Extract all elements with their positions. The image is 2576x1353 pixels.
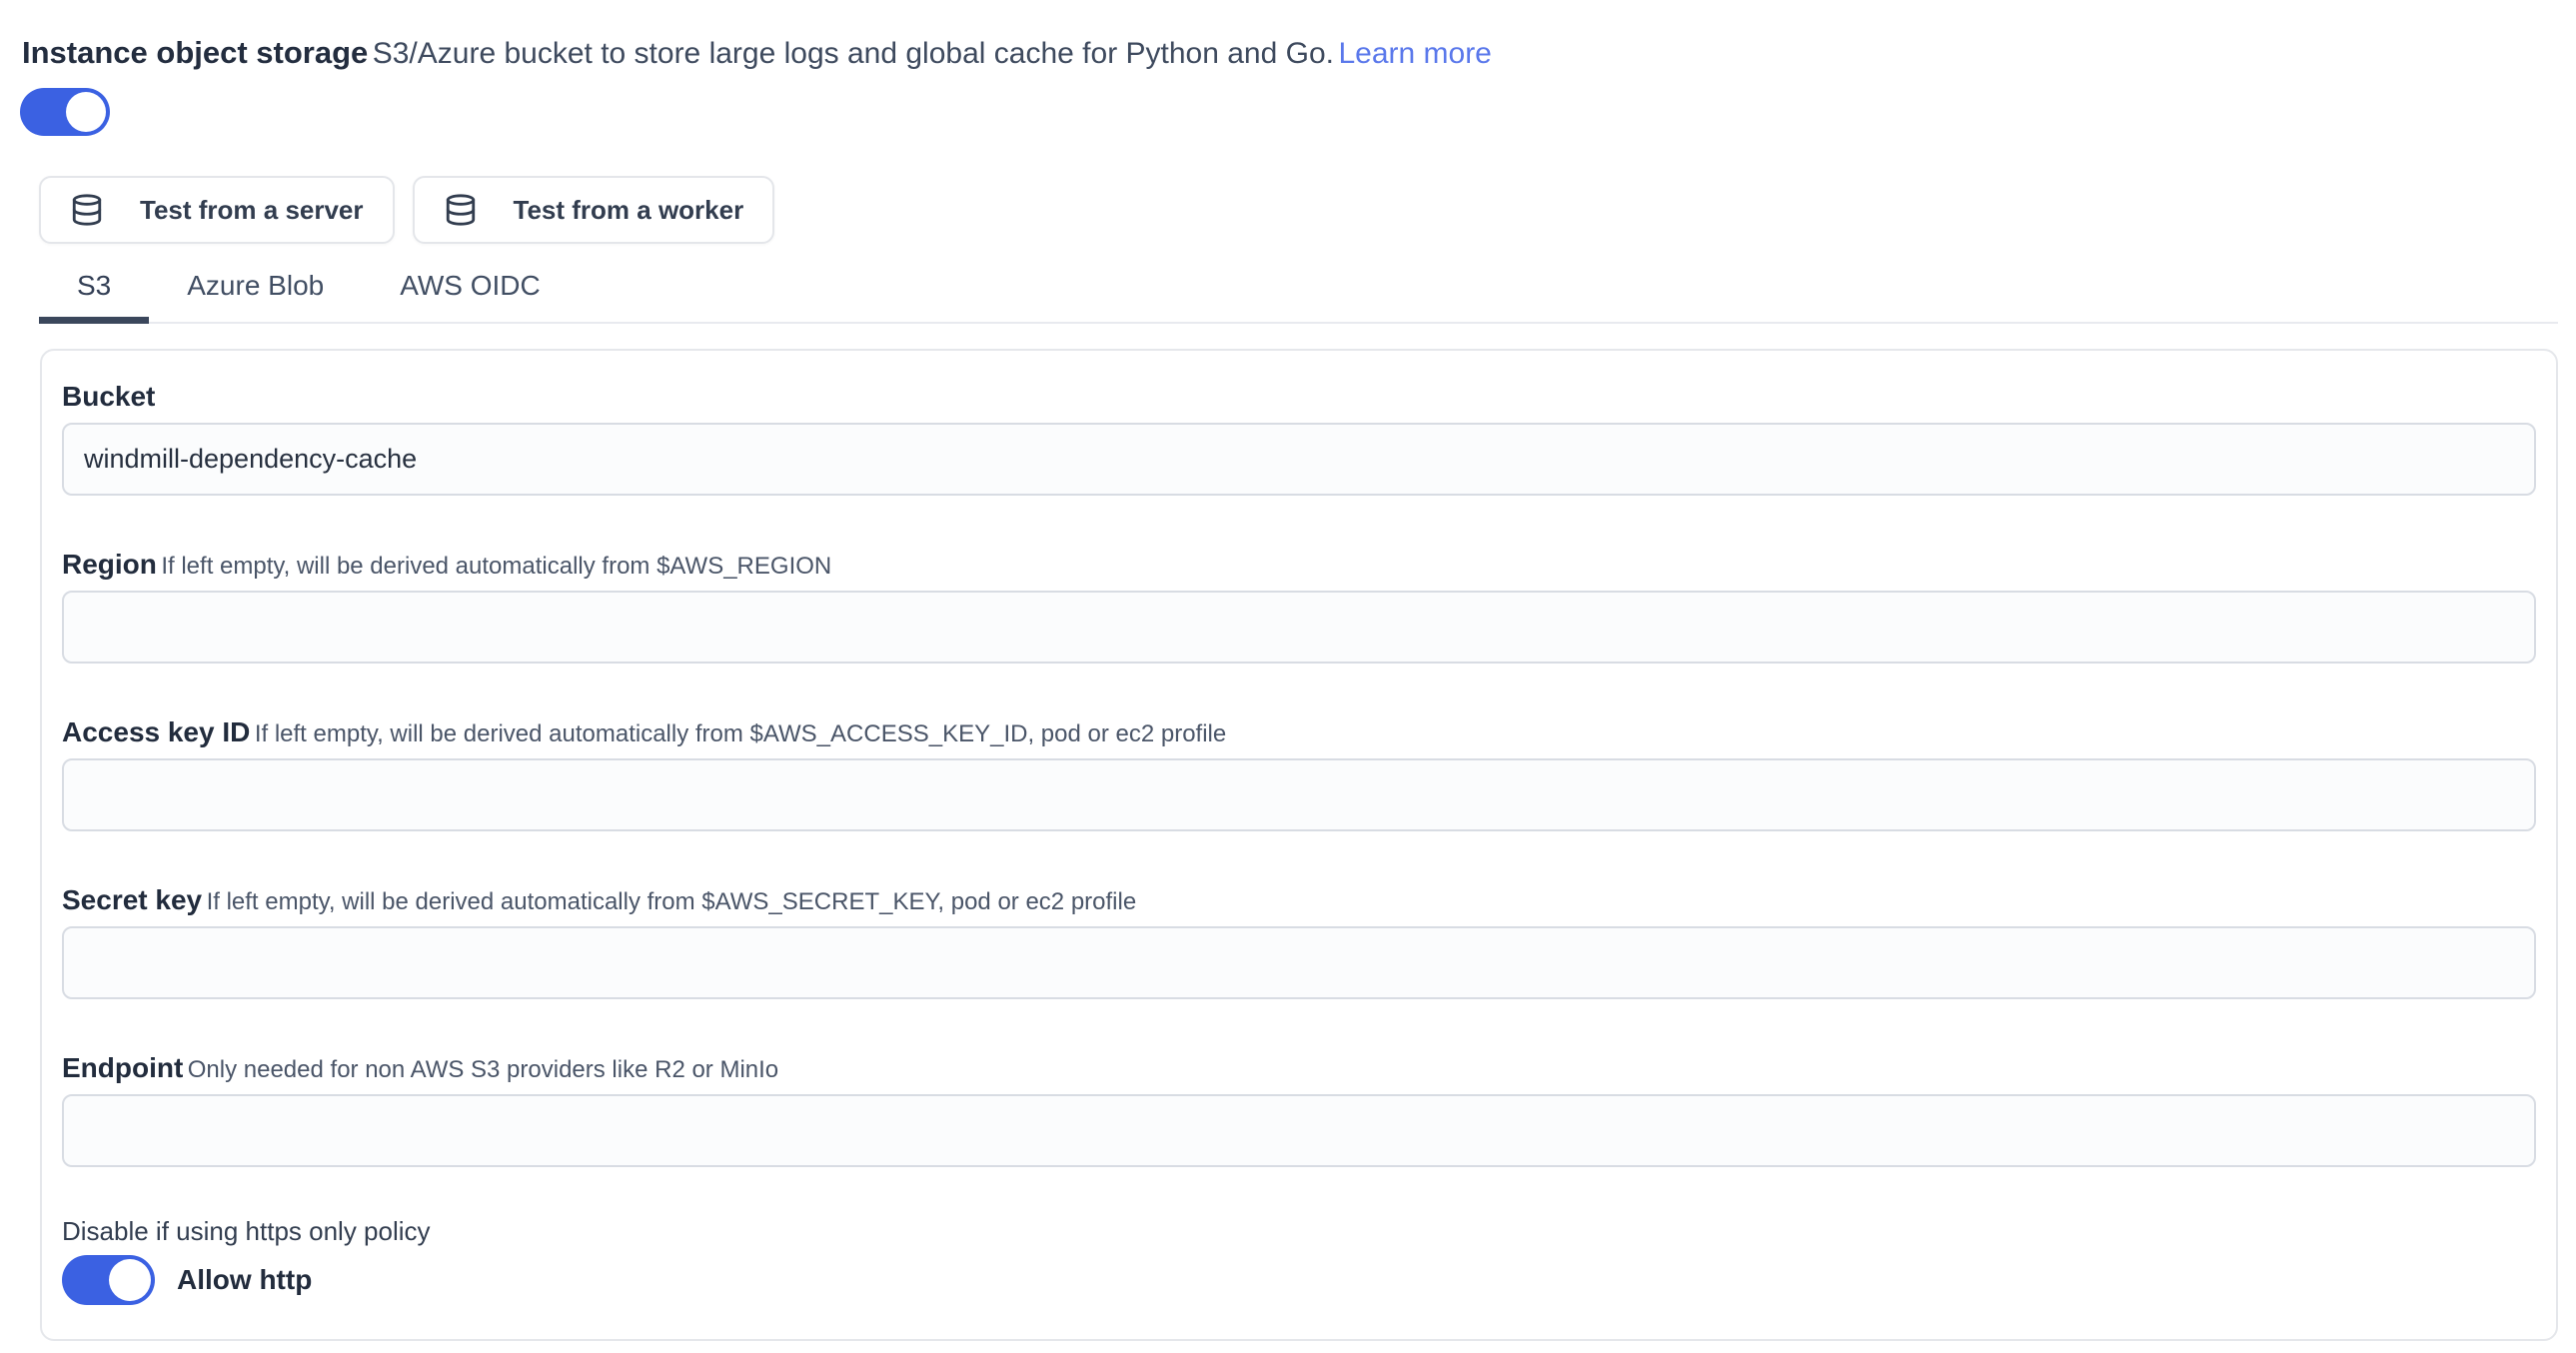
toggle-knob [109, 1259, 151, 1301]
field-region: Region If left empty, will be derived au… [62, 548, 2536, 664]
access-key-id-label: Access key ID [62, 716, 250, 747]
endpoint-hint: Only needed for non AWS S3 providers lik… [188, 1056, 778, 1083]
bucket-input[interactable] [62, 423, 2536, 496]
test-from-server-button[interactable]: Test from a server [39, 176, 395, 244]
region-input[interactable] [62, 591, 2536, 664]
field-endpoint: Endpoint Only needed for non AWS S3 prov… [62, 1051, 2536, 1167]
bucket-label: Bucket [62, 381, 155, 412]
allow-http-row: Allow http [62, 1255, 2536, 1305]
endpoint-label: Endpoint [62, 1052, 183, 1083]
access-key-id-input[interactable] [62, 758, 2536, 831]
s3-config-panel: Bucket Region If left empty, will be der… [40, 349, 2558, 1341]
secret-key-hint: If left empty, will be derived automatic… [207, 888, 1137, 915]
test-from-server-label: Test from a server [140, 195, 364, 226]
endpoint-input[interactable] [62, 1094, 2536, 1167]
page-description: S3/Azure bucket to store large logs and … [373, 37, 1334, 70]
toggle-knob [66, 92, 106, 132]
object-storage-toggle[interactable] [20, 88, 110, 136]
secret-key-label: Secret key [62, 884, 202, 915]
allow-http-toggle[interactable] [62, 1255, 155, 1305]
tab-azure-blob[interactable]: Azure Blob [149, 256, 362, 322]
database-icon [70, 193, 104, 227]
field-access-key-id: Access key ID If left empty, will be der… [62, 715, 2536, 831]
database-icon [444, 193, 478, 227]
learn-more-link[interactable]: Learn more [1338, 37, 1491, 70]
test-from-worker-label: Test from a worker [514, 195, 744, 226]
access-key-id-hint: If left empty, will be derived automatic… [255, 720, 1226, 747]
tab-aws-oidc[interactable]: AWS OIDC [362, 256, 579, 322]
field-bucket: Bucket [62, 380, 2536, 496]
test-from-worker-button[interactable]: Test from a worker [413, 176, 775, 244]
section-header: Instance object storage S3/Azure bucket … [22, 30, 2576, 82]
allow-http-label: Allow http [177, 1264, 312, 1296]
tab-s3[interactable]: S3 [39, 256, 149, 322]
storage-provider-tabs: S3 Azure Blob AWS OIDC [39, 256, 2558, 324]
field-secret-key: Secret key If left empty, will be derive… [62, 883, 2536, 999]
secret-key-input[interactable] [62, 926, 2536, 999]
region-label: Region [62, 549, 157, 580]
page-title: Instance object storage [22, 35, 368, 70]
allow-http-note: Disable if using https only policy [62, 1215, 2536, 1247]
instance-object-storage-settings: Instance object storage S3/Azure bucket … [0, 0, 2576, 1341]
test-actions: Test from a server Test from a worker [39, 176, 2576, 244]
region-hint: If left empty, will be derived automatic… [161, 553, 831, 580]
